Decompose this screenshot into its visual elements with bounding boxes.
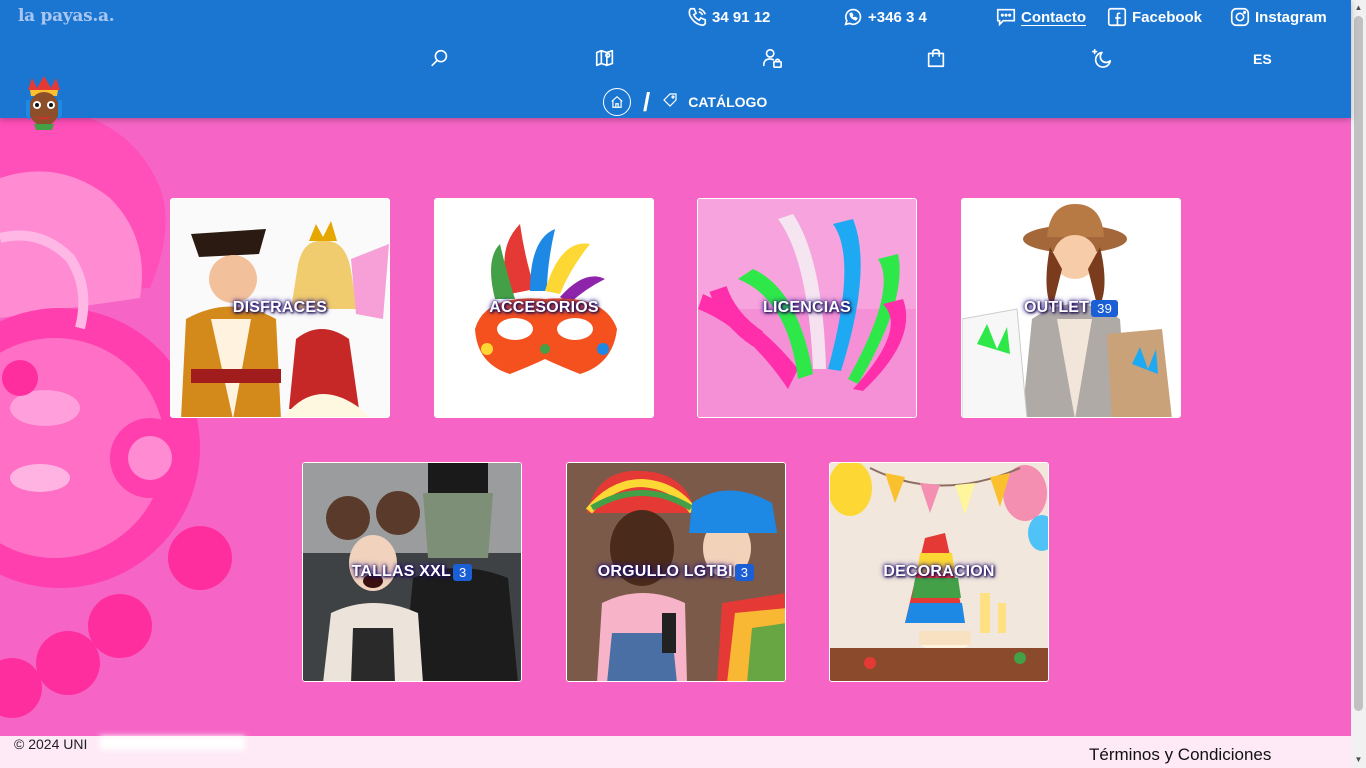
category-card-orgullo-lgtbi[interactable]: ORGULLO LGTBI 3 [566, 462, 786, 682]
shopping-bag-icon[interactable] [924, 46, 948, 70]
category-label: DISFRACES [232, 299, 328, 316]
contact-link[interactable]: Contacto [995, 6, 1086, 28]
page-scrollbar[interactable]: ▲ ▼ [1351, 0, 1366, 768]
phone-link[interactable]: 34 91 12 [686, 6, 770, 28]
category-card-disfraces[interactable]: DISFRACES [170, 198, 390, 418]
category-label: ACCESORIOS [489, 299, 599, 316]
category-card-decoracion[interactable]: DECORACION [829, 462, 1049, 682]
count-badge: 3 [453, 563, 473, 581]
scroll-down-arrow-icon[interactable]: ▼ [1354, 755, 1363, 765]
contact-label: Contacto [1021, 8, 1086, 26]
moon-stars-icon[interactable] [1090, 46, 1114, 70]
count-badge: 39 [1091, 299, 1119, 317]
scroll-up-arrow-icon[interactable]: ▲ [1354, 3, 1363, 13]
home-icon[interactable] [603, 88, 631, 116]
category-card-outlet[interactable]: OUTLET 39 [961, 198, 1181, 418]
category-label: DECORACION [883, 563, 995, 580]
breadcrumb-separator: / [643, 87, 651, 117]
map-icon[interactable] [593, 46, 617, 70]
chat-icon [996, 8, 1016, 27]
breadcrumb-current[interactable]: CATÁLOGO [688, 94, 767, 110]
category-label: TALLAS XXL 3 [352, 563, 473, 581]
terms-link[interactable]: Términos y Condiciones [1089, 745, 1271, 765]
site-footer: © 2024 UNI Términos y Condiciones [0, 736, 1351, 768]
category-label: LICENCIAS [762, 299, 852, 316]
copyright-text: © 2024 UNI [14, 736, 88, 752]
phone-icon [688, 7, 707, 27]
facebook-icon [1107, 7, 1127, 27]
whatsapp-number: +346 3 4 [868, 8, 927, 26]
instagram-icon [1230, 7, 1250, 27]
brand-name[interactable]: la payas.a. [18, 6, 115, 26]
search-icon[interactable] [428, 46, 452, 70]
category-card-tallas-xxl[interactable]: TALLAS XXL 3 [302, 462, 522, 682]
redacted-text [100, 736, 245, 750]
category-card-accesorios[interactable]: ACCESORIOS [434, 198, 654, 418]
facebook-link[interactable]: Facebook [1106, 6, 1202, 28]
tag-icon [662, 92, 678, 113]
user-lock-icon[interactable] [760, 46, 784, 70]
whatsapp-icon [844, 8, 862, 26]
category-card-licencias[interactable]: LICENCIAS [697, 198, 917, 418]
site-logo[interactable] [24, 76, 64, 130]
category-label: OUTLET 39 [1024, 299, 1119, 317]
scrollbar-thumb[interactable] [1354, 16, 1363, 711]
site-header: la payas.a. 34 91 12 +346 3 4 Contacto F… [0, 0, 1351, 118]
count-badge: 3 [734, 563, 755, 581]
phone-number: 34 91 12 [712, 8, 771, 26]
category-label: ORGULLO LGTBI 3 [598, 563, 755, 581]
instagram-label: Instagram [1255, 8, 1327, 26]
whatsapp-link[interactable]: +346 3 4 [842, 6, 927, 28]
language-selector[interactable]: ES [1253, 51, 1272, 67]
facebook-label: Facebook [1132, 8, 1203, 26]
instagram-link[interactable]: Instagram [1229, 6, 1327, 28]
breadcrumb: / CATÁLOGO [603, 88, 767, 116]
